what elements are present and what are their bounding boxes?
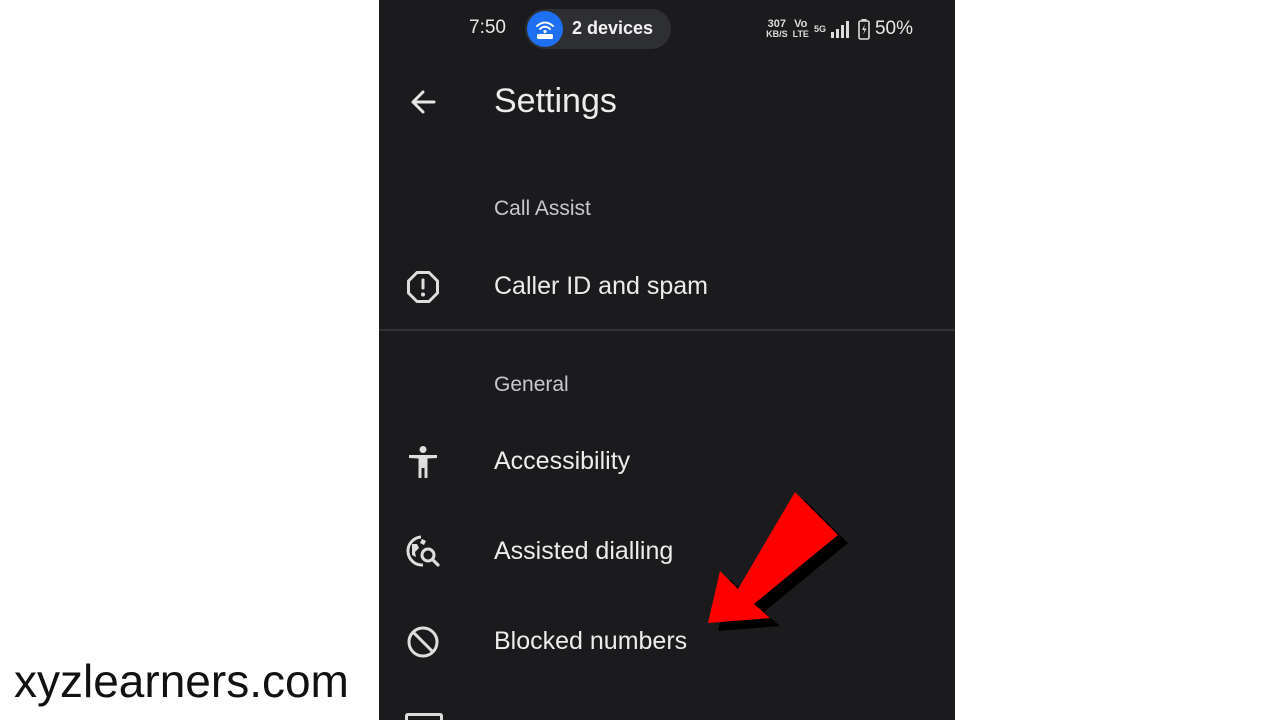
back-button[interactable]: [401, 80, 445, 124]
page-title: Settings: [494, 82, 617, 120]
settings-item-label: Blocked numbers: [494, 627, 688, 655]
section-header-general: General: [494, 373, 569, 396]
arrow-left-icon: [411, 90, 436, 114]
settings-item-caller-id-and-spam[interactable]: Caller ID and spam: [379, 246, 955, 326]
phone-screen: 7:50 2 devices 307 KB/S Vo LTE 5G 50% Se…: [379, 0, 955, 720]
settings-item-blocked-numbers[interactable]: Blocked numbers: [379, 601, 955, 681]
hotspot-icon: [527, 11, 563, 47]
alert-octagon-icon: [407, 271, 439, 303]
status-icons: 307 KB/S Vo LTE 5G 50%: [766, 16, 913, 42]
volte-bottom: LTE: [792, 29, 809, 39]
network-type-label: 5G: [813, 23, 826, 34]
settings-item-assisted-dialling[interactable]: Assisted dialling: [379, 511, 955, 591]
settings-item-label: Caller ID and spam: [494, 272, 708, 300]
globe-search-icon: [406, 535, 440, 567]
network-type: 5G: [813, 23, 826, 34]
block-icon: [407, 626, 439, 658]
screenshot-stage: 7:50 2 devices 307 KB/S Vo LTE 5G 50% Se…: [0, 0, 1280, 720]
settings-item-label: Accessibility: [494, 447, 631, 475]
signal-icon: [830, 21, 849, 38]
partial-next-item-icon: [405, 713, 443, 720]
site-watermark: xyzlearners.com: [14, 655, 349, 707]
volte-indicator: Vo LTE: [793, 19, 809, 39]
hotspot-label: 2 devices: [572, 18, 654, 38]
net-speed-unit: KB/S: [766, 29, 788, 39]
accessibility-icon: [409, 446, 437, 478]
settings-item-label: Assisted dialling: [494, 537, 674, 565]
hotspot-chip[interactable]: 2 devices: [525, 9, 671, 49]
battery-icon: [858, 18, 870, 40]
battery-percent: 50%: [874, 18, 913, 39]
section-header-call-assist: Call Assist: [494, 197, 591, 220]
section-divider: [379, 329, 955, 331]
net-speed: 307 KB/S: [766, 19, 788, 39]
settings-item-accessibility[interactable]: Accessibility: [379, 421, 955, 501]
status-time: 7:50: [469, 17, 506, 38]
